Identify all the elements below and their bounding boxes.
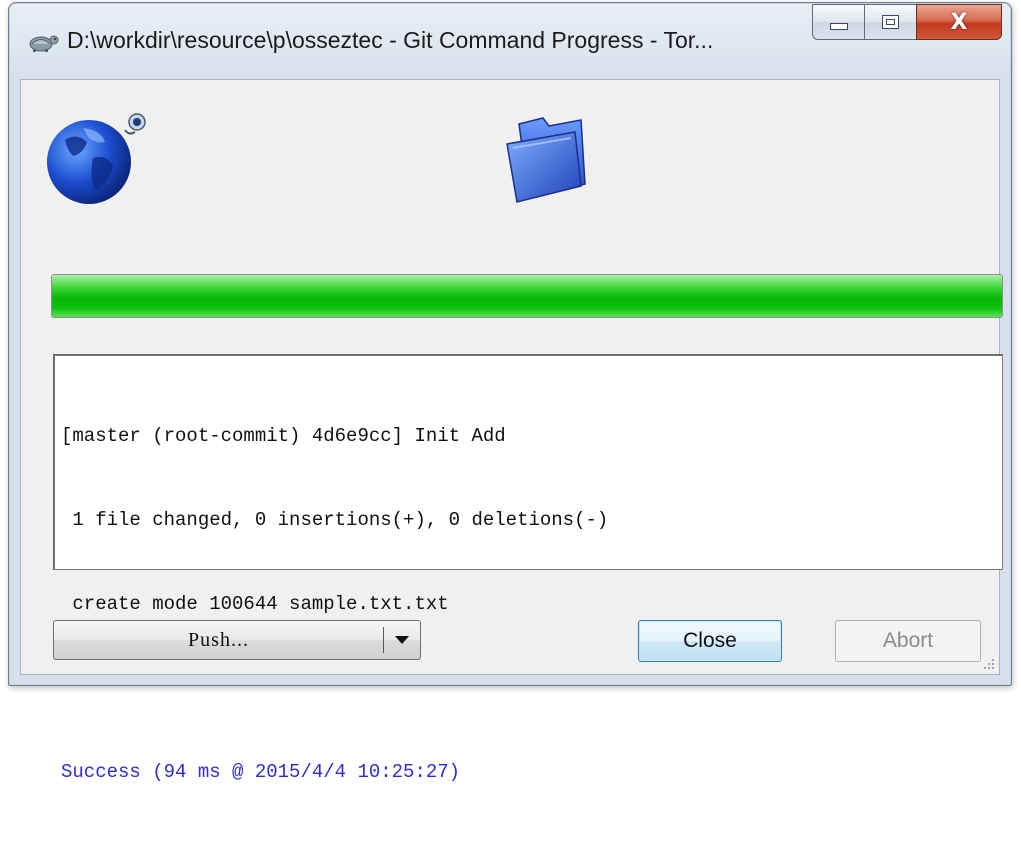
log-line: [master (root-commit) 4d6e9cc] Init Add — [61, 425, 506, 447]
resize-grip-icon[interactable] — [981, 656, 995, 670]
dialog-client-area: [master (root-commit) 4d6e9cc] Init Add … — [20, 79, 1003, 783]
log-line: 1 file changed, 0 insertions(+), 0 delet… — [61, 509, 609, 531]
window-title: D:\workdir\resource\p\osseztec - Git Com… — [67, 27, 714, 53]
tortoisegit-icon — [29, 35, 59, 52]
maximize-button[interactable] — [864, 4, 916, 40]
log-success-line: Success (94 ms @ 2015/4/4 10:25:27) — [61, 761, 461, 783]
title-bar[interactable]: D:\workdir\resource\p\osseztec - Git Com… — [9, 3, 1011, 79]
close-window-button[interactable]: X — [916, 4, 1002, 40]
globe-icon — [47, 113, 146, 204]
caption-buttons: X — [812, 4, 1002, 40]
minimize-button[interactable] — [812, 4, 864, 40]
folder-icon — [506, 117, 586, 203]
abort-button[interactable]: Abort — [835, 620, 981, 662]
push-dropdown-button[interactable] — [384, 621, 420, 659]
push-split-button[interactable]: Push... — [53, 620, 421, 660]
close-button[interactable]: Close — [638, 620, 782, 662]
minimize-icon — [829, 22, 848, 30]
progress-fill — [52, 275, 1002, 317]
close-icon: X — [950, 9, 968, 35]
progress-window: D:\workdir\resource\p\osseztec - Git Com… — [8, 2, 1012, 783]
log-line: create mode 100644 sample.txt.txt — [61, 593, 449, 615]
maximize-icon — [882, 15, 899, 29]
output-log[interactable]: [master (root-commit) 4d6e9cc] Init Add … — [53, 354, 1003, 783]
push-button[interactable]: Push... — [54, 621, 383, 659]
chevron-down-icon — [395, 636, 409, 644]
progress-bar — [51, 274, 1003, 318]
